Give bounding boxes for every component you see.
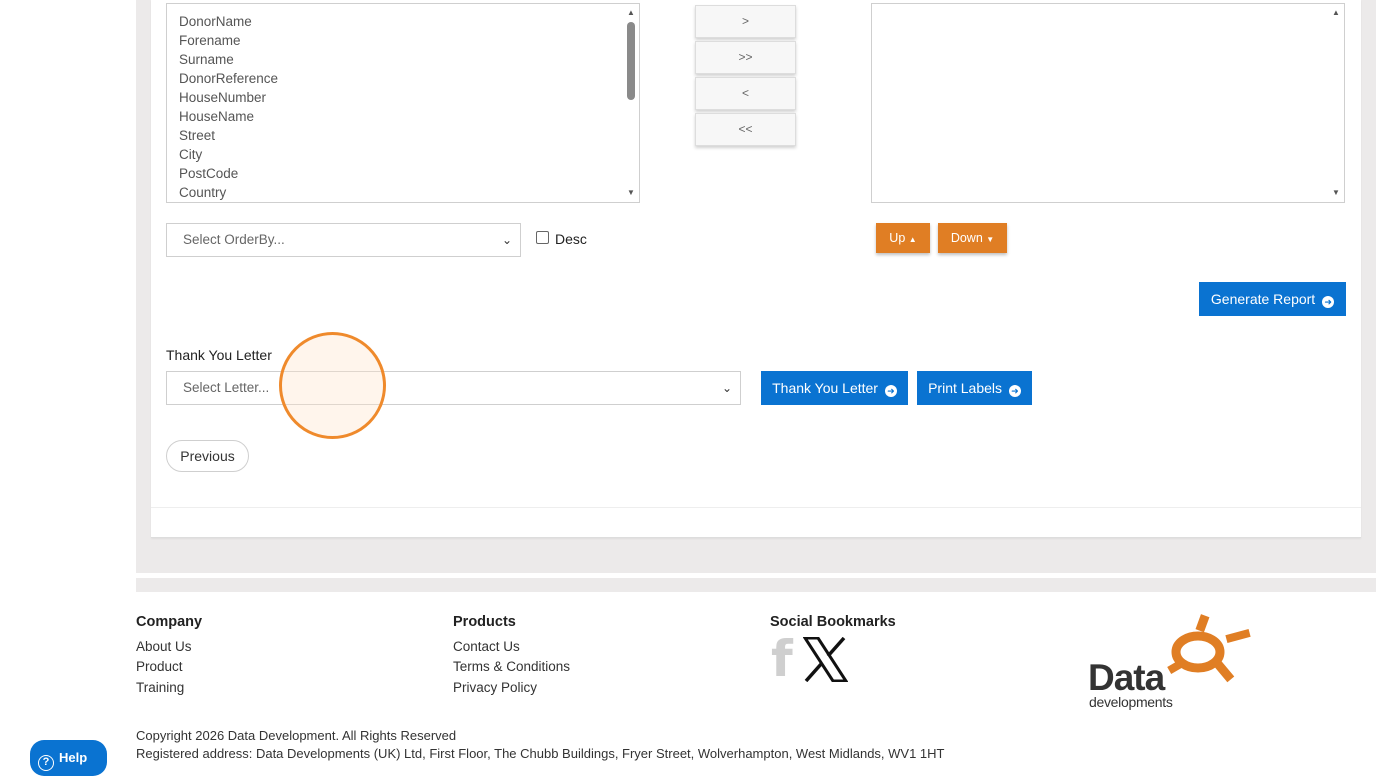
chevron-down-icon: ⌄ (721, 381, 732, 395)
list-item[interactable]: DonorName (179, 12, 639, 31)
arrow-right-circle-icon: ➜ (1008, 385, 1021, 397)
orderby-select[interactable]: Select OrderBy... ⌄ (166, 223, 521, 257)
scroll-down-icon[interactable]: ▼ (1328, 186, 1344, 200)
registered-address-text: Registered address: Data Developments (U… (136, 746, 945, 761)
print-labels-button-label: Print Labels (928, 380, 1003, 396)
letter-select[interactable]: Select Letter... ⌄ (166, 371, 741, 405)
list-item[interactable]: HouseName (179, 107, 639, 126)
facebook-icon[interactable]: f (771, 634, 793, 684)
scroll-down-icon[interactable]: ▼ (623, 186, 639, 200)
list-item[interactable]: DonorReference (179, 69, 639, 88)
scroll-up-icon[interactable]: ▲ (1328, 6, 1344, 20)
logo-wordmark: Data (1088, 657, 1165, 698)
move-left-button[interactable]: < (695, 77, 796, 110)
list-scrollbar[interactable]: ▲ ▼ (1328, 4, 1344, 202)
footer-link-terms[interactable]: Terms & Conditions (453, 659, 570, 674)
help-label: Help (59, 750, 88, 765)
logo-subtitle: developments (1089, 694, 1173, 710)
footer-products-heading: Products (453, 614, 516, 630)
footer-link-privacy[interactable]: Privacy Policy (453, 680, 537, 695)
arrow-right-circle-icon: ➜ (1322, 296, 1335, 308)
caret-down-icon: ▼ (986, 235, 995, 244)
footer-divider (136, 578, 1376, 592)
generate-report-button[interactable]: Generate Report ➜ (1199, 282, 1346, 316)
print-labels-button[interactable]: Print Labels ➜ (917, 371, 1032, 405)
list-item[interactable]: PostCode (179, 164, 639, 183)
thank-you-letter-button-label: Thank You Letter (772, 380, 878, 396)
card-divider (151, 507, 1361, 508)
footer-link-training[interactable]: Training (136, 680, 184, 695)
help-button[interactable]: ? Help (30, 740, 107, 776)
available-fields-list[interactable]: DonorName Forename Surname DonorReferenc… (166, 3, 640, 203)
copyright-text: Copyright 2026 Data Development. All Rig… (136, 728, 457, 743)
up-label: Up (889, 231, 906, 245)
selected-fields-list[interactable]: ▲ ▼ (871, 3, 1345, 203)
previous-button[interactable]: Previous (166, 440, 249, 472)
click-indicator (279, 332, 386, 439)
move-all-left-button[interactable]: << (695, 113, 796, 146)
move-all-right-button[interactable]: >> (695, 41, 796, 74)
list-item[interactable]: Country (179, 183, 639, 202)
list-item[interactable]: HouseNumber (179, 88, 639, 107)
footer-social-heading: Social Bookmarks (770, 614, 896, 630)
desc-label: Desc (555, 231, 587, 247)
thank-you-letter-button[interactable]: Thank You Letter ➜ (761, 371, 908, 405)
arrow-right-circle-icon: ➜ (884, 385, 897, 397)
move-up-button[interactable]: Up ▲ (876, 223, 930, 253)
footer-company-heading: Company (136, 614, 203, 630)
footer-link-product[interactable]: Product (136, 659, 183, 674)
list-item[interactable]: Surname (179, 50, 639, 69)
list-scrollbar[interactable]: ▲ ▼ (623, 4, 639, 202)
footer-link-about-us[interactable]: About Us (136, 639, 192, 654)
list-item[interactable]: Forename (179, 31, 639, 50)
list-item[interactable]: Street (179, 126, 639, 145)
list-item[interactable]: City (179, 145, 639, 164)
move-down-button[interactable]: Down ▼ (938, 223, 1007, 253)
chevron-down-icon: ⌄ (501, 233, 512, 247)
scroll-thumb[interactable] (627, 22, 635, 100)
desc-checkbox[interactable] (536, 231, 549, 244)
letter-select-value: Select Letter... (183, 380, 270, 395)
x-twitter-icon[interactable] (803, 637, 848, 682)
caret-up-icon: ▲ (908, 235, 917, 244)
down-label: Down (950, 231, 983, 245)
footer-link-contact-us[interactable]: Contact Us (453, 639, 520, 654)
orderby-select-value: Select OrderBy... (183, 232, 285, 247)
scroll-up-icon[interactable]: ▲ (623, 6, 639, 20)
generate-report-label: Generate Report (1210, 291, 1316, 307)
move-right-button[interactable]: > (695, 5, 796, 38)
thank-you-letter-label: Thank You Letter (166, 347, 272, 363)
